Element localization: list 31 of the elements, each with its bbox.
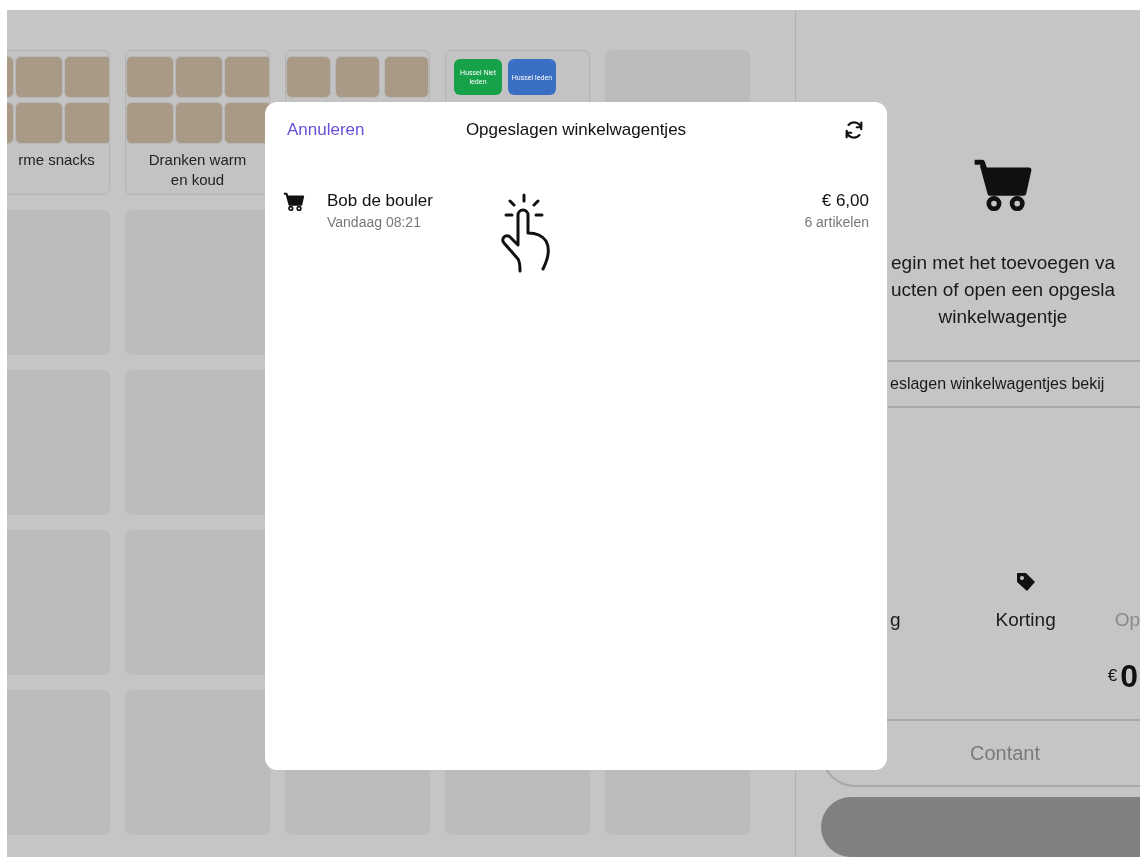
cart-amount: € 6,00	[821, 190, 869, 212]
product-photo	[224, 56, 269, 98]
product-photo	[126, 56, 174, 98]
product-photo	[64, 56, 109, 98]
action-button[interactable]: g	[890, 606, 901, 635]
cart-name: Bob de bouler	[327, 190, 433, 212]
category-tile[interactable]: rme snacks	[7, 50, 110, 195]
cart-item-count: 6 artikelen	[804, 213, 869, 232]
empty-cart-message: ucten of open een opgesla	[891, 278, 1115, 302]
dialog-title: Opgeslagen winkelwagentjes	[465, 119, 687, 142]
product-photo	[175, 102, 223, 144]
cancel-button[interactable]: Annuleren	[287, 117, 365, 143]
product-photo	[335, 56, 380, 98]
cart-time: Vandaag 08:21	[327, 213, 422, 232]
category-label: rme snacks	[17, 150, 96, 170]
product-photo	[175, 56, 223, 98]
category-label: Dranken warm en koud	[147, 150, 248, 190]
saved-carts-button[interactable]: eslagen winkelwagentjes bekij	[888, 360, 1140, 408]
empty-cart-message: egin met het toevoegen va	[891, 251, 1115, 275]
total-amount: 0	[1120, 656, 1138, 695]
currency-symbol: €	[1107, 665, 1118, 687]
refresh-icon[interactable]	[843, 119, 865, 141]
category-tile[interactable]: Dranken warm en koud	[125, 50, 270, 195]
product-photo	[224, 102, 269, 144]
checkout-button[interactable]	[821, 796, 1140, 857]
cart-icon	[972, 158, 1034, 213]
product-photo	[64, 102, 109, 144]
action-button[interactable]: Korting	[995, 606, 1056, 635]
empty-cart-message: winkelwagentje	[938, 305, 1068, 329]
cart-icon	[283, 192, 305, 212]
product-photo	[126, 102, 174, 144]
